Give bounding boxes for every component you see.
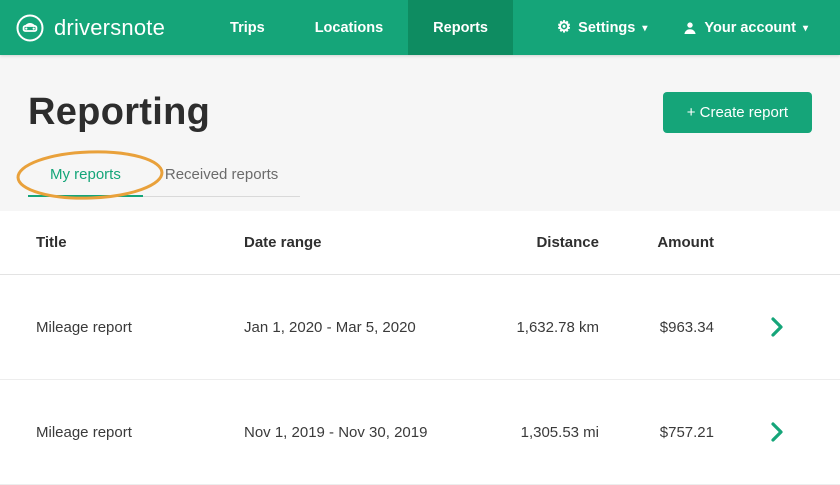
nav-item-label: Trips [230,19,265,36]
report-tabs: My reports Received reports [28,154,301,197]
cell-title: Mileage report [36,423,132,441]
cell-date-range: Nov 1, 2019 - Nov 30, 2019 [244,423,428,441]
page-title: Reporting [28,91,211,133]
cell-amount: $757.21 [659,423,714,441]
tab-my-reports[interactable]: My reports [28,154,143,197]
header-title: Title [36,234,67,251]
nav-item-label: Locations [314,19,384,36]
chevron-right-icon[interactable] [714,316,840,338]
nav-items: Trips Locations Reports [205,0,513,55]
car-logo-icon [15,13,45,43]
chevron-down-icon: ▾ [802,22,808,34]
header-amount: Amount [657,234,714,251]
nav-item-locations[interactable]: Locations [290,0,408,55]
header-date-range: Date range [244,234,322,251]
person-icon [683,21,697,35]
nav-item-label: Reports [433,19,488,36]
table-header-row: Title Date range Distance Amount [0,211,840,275]
nav-right: ⚙ Settings ▾ Your account ▾ [539,0,826,55]
gear-icon: ⚙ [556,18,572,36]
chevron-right-icon[interactable] [714,421,840,443]
table-row[interactable]: Mileage report Jan 1, 2020 - Mar 5, 2020… [0,275,840,380]
settings-label: Settings [578,19,636,36]
chevron-down-icon: ▾ [642,22,648,34]
nav-item-trips[interactable]: Trips [205,0,290,55]
tab-label: Received reports [164,166,279,183]
brand-logo[interactable]: driversnote [15,13,165,43]
account-menu[interactable]: Your account ▾ [665,0,826,55]
top-navbar: driversnote Trips Locations Reports ⚙ Se… [0,0,840,55]
cell-distance: 1,632.78 km [516,318,599,336]
cell-date-range: Jan 1, 2020 - Mar 5, 2020 [244,318,416,336]
table-row[interactable]: Mileage report Nov 1, 2019 - Nov 30, 201… [0,380,840,485]
reports-table: Title Date range Distance Amount Mileage… [0,211,840,485]
cell-title: Mileage report [36,318,132,336]
cell-amount: $963.34 [659,318,714,336]
tab-label: My reports [50,166,121,183]
settings-menu[interactable]: ⚙ Settings ▾ [539,0,666,55]
brand-name: driversnote [54,14,166,40]
account-label: Your account [704,19,796,36]
create-report-button[interactable]: + Create report [662,92,812,133]
nav-item-reports[interactable]: Reports [408,0,513,55]
tab-received-reports[interactable]: Received reports [143,154,300,196]
tabs-wrap: My reports Received reports [16,150,301,200]
page-header: Reporting + Create report [28,91,812,134]
header-distance: Distance [536,234,599,251]
cell-distance: 1,305.53 mi [520,423,599,441]
